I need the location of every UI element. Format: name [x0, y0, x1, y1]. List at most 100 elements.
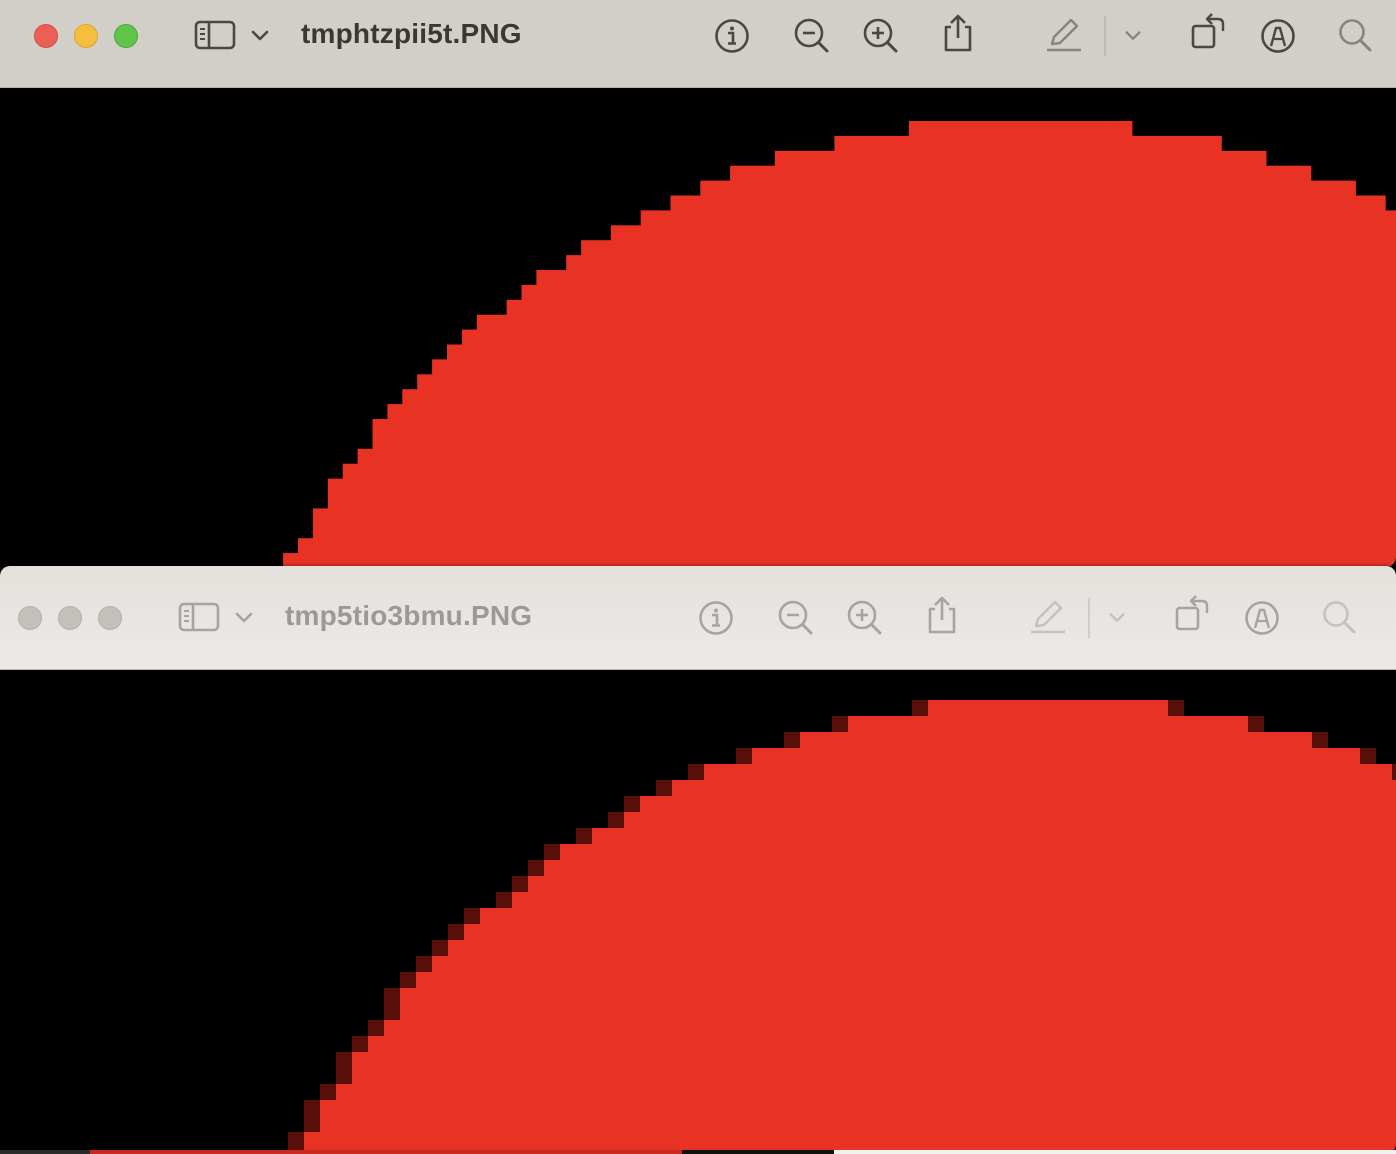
rotate-icon[interactable] — [1172, 593, 1212, 635]
preview-window-2: tmp5tio3bmu.PNG — [0, 566, 1396, 1154]
image-pixel-row — [528, 876, 1396, 893]
chevron-down-icon[interactable] — [234, 608, 254, 628]
antialias-edge-pixel — [544, 844, 560, 861]
image-pixel-row — [848, 716, 1248, 733]
image-pixel-row — [752, 748, 1360, 765]
image-pixel-row — [566, 255, 1396, 271]
image-pixel-row — [400, 1004, 1396, 1021]
image-pixel-row — [352, 1052, 1396, 1069]
antialiased-red-circle-image — [288, 700, 1396, 1154]
window-below-edge — [0, 1150, 1396, 1154]
image-canvas — [0, 88, 1396, 567]
image-pixel-row — [536, 270, 1396, 286]
search-icon[interactable] — [1337, 17, 1375, 55]
image-pixel-row — [342, 463, 1396, 480]
antialias-edge-pixel — [1248, 716, 1264, 733]
zoom-out-icon[interactable] — [776, 598, 816, 638]
annotate-icon[interactable] — [1243, 599, 1281, 637]
annotate-icon[interactable] — [1259, 17, 1297, 55]
image-pixel-row — [640, 210, 1396, 226]
antialias-edge-pixel — [288, 1132, 304, 1149]
image-pixel-row — [304, 1132, 1396, 1149]
toolbar-divider — [1088, 598, 1090, 638]
sidebar-icon[interactable] — [178, 600, 220, 634]
image-pixel-row — [544, 860, 1396, 877]
image-pixel-row — [336, 1084, 1396, 1101]
antialias-edge-pixel — [368, 1020, 384, 1037]
image-pixel-row — [384, 1020, 1396, 1037]
image-pixel-row — [402, 389, 1396, 405]
image-pixel-row — [476, 314, 1396, 331]
image-pixel-row — [448, 940, 1396, 957]
antialias-edge-pixel — [528, 860, 544, 877]
minimize-button[interactable] — [58, 606, 82, 630]
image-pixel-row — [352, 1068, 1396, 1085]
antialias-edge-pixel — [352, 1036, 368, 1053]
chevron-down-icon[interactable] — [1108, 609, 1126, 627]
close-button[interactable] — [18, 606, 42, 630]
fullscreen-button[interactable] — [114, 24, 138, 48]
minimize-button[interactable] — [74, 24, 98, 48]
rotate-icon[interactable] — [1188, 11, 1228, 53]
info-icon[interactable] — [697, 599, 735, 637]
antialias-edge-pixel — [320, 1084, 336, 1101]
antialias-edge-pixel — [400, 972, 416, 989]
image-pixel-row — [512, 892, 1396, 909]
antialias-edge-pixel — [608, 812, 624, 829]
antialias-edge-pixel — [496, 892, 512, 909]
image-pixel-row — [610, 225, 1396, 241]
window-title: tmphtzpii5t.PNG — [301, 18, 522, 49]
sidebar-icon[interactable] — [194, 18, 236, 52]
image-pixel-row — [730, 165, 1312, 182]
preview-window-1: tmphtzpii5t.PNG — [0, 0, 1396, 567]
antialias-edge-pixel — [384, 988, 400, 1005]
antialias-edge-pixel — [464, 908, 480, 925]
antialias-edge-pixel — [512, 876, 528, 893]
antialias-edge-pixel — [448, 924, 464, 941]
toolbar-divider — [1104, 16, 1106, 56]
close-button[interactable] — [34, 24, 58, 48]
image-canvas — [0, 670, 1396, 1154]
pixelated-red-circle-image — [283, 121, 1396, 567]
image-pixel-row — [368, 1036, 1396, 1053]
image-pixel-row — [447, 344, 1396, 360]
title-bar: tmp5tio3bmu.PNG — [0, 566, 1396, 670]
markup-pen-icon[interactable] — [1028, 596, 1068, 636]
image-pixel-row — [327, 493, 1396, 509]
info-icon[interactable] — [713, 17, 751, 55]
search-icon[interactable] — [1321, 599, 1359, 637]
image-pixel-row — [312, 508, 1396, 524]
fullscreen-button[interactable] — [98, 606, 122, 630]
image-pixel-row — [461, 329, 1396, 345]
chevron-down-icon[interactable] — [1124, 27, 1142, 45]
antialias-edge-pixel — [624, 796, 640, 813]
markup-pen-icon[interactable] — [1044, 14, 1084, 54]
image-pixel-row — [560, 844, 1396, 861]
image-pixel-row — [372, 419, 1396, 435]
zoom-in-icon[interactable] — [861, 16, 901, 56]
antialias-edge-pixel — [784, 732, 800, 749]
image-pixel-row — [834, 135, 1222, 152]
chevron-down-icon[interactable] — [250, 26, 270, 46]
image-pixel-row — [670, 195, 1386, 211]
image-pixel-row — [416, 972, 1396, 989]
antialias-edge-pixel — [384, 1004, 400, 1021]
image-pixel-row — [432, 359, 1396, 375]
image-pixel-row — [327, 478, 1396, 494]
antialias-edge-pixel — [576, 828, 592, 845]
antialias-edge-pixel — [304, 1116, 320, 1133]
zoom-in-icon[interactable] — [845, 598, 885, 638]
share-icon[interactable] — [940, 12, 976, 54]
image-pixel-row — [298, 538, 1396, 554]
share-icon[interactable] — [924, 594, 960, 636]
image-pixel-row — [506, 299, 1396, 316]
antialias-edge-pixel — [656, 780, 672, 797]
image-pixel-row — [774, 150, 1267, 167]
image-pixel-row — [672, 780, 1396, 797]
image-pixel-row — [283, 553, 1396, 567]
image-pixel-row — [320, 1100, 1396, 1117]
image-pixel-row — [480, 908, 1396, 925]
zoom-out-icon[interactable] — [792, 16, 832, 56]
antialias-edge-pixel — [1360, 748, 1376, 765]
image-pixel-row — [592, 828, 1396, 845]
